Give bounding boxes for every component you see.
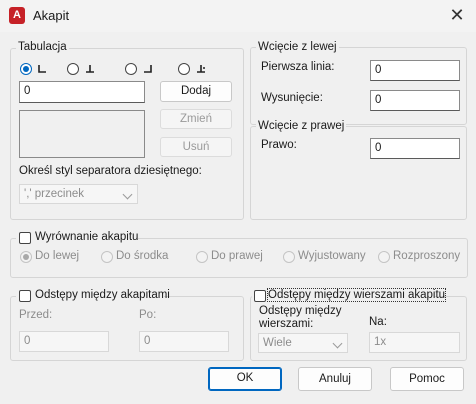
tab-decimal-radio[interactable] [178,63,190,75]
align-justify-radio[interactable] [283,251,295,263]
right-indent-label: Prawo: [261,139,297,151]
before-label: Przed: [19,309,53,321]
decimal-separator-dropdown[interactable]: ',' przecinek [19,184,138,204]
tab-position-input[interactable]: 0 [19,81,145,103]
chevron-down-icon [332,338,343,349]
align-right-radio[interactable] [196,251,208,263]
add-tab-button[interactable]: Dodaj [160,81,232,102]
close-icon[interactable]: ✕ [447,5,467,25]
hanging-input[interactable]: 0 [370,90,460,111]
paragraph-spacing-label: Odstępy między akapitami [35,289,170,301]
after-label: Po: [139,309,157,321]
tab-left-icon [38,65,46,73]
alignment-checkbox[interactable] [19,232,31,244]
autocad-app-icon: A [9,7,25,24]
hanging-label: Wysunięcie: [261,92,323,104]
first-line-input[interactable]: 0 [370,60,460,81]
tab-center-radio[interactable] [67,63,79,75]
chevron-down-icon [122,189,133,200]
line-spacing-checkbox[interactable] [254,290,266,302]
right-indent-input[interactable]: 0 [370,138,460,159]
after-input[interactable]: 0 [139,331,229,352]
spacing-type-dropdown[interactable]: Wiele [258,333,348,353]
align-distributed-radio[interactable] [378,251,390,263]
left-indent-group [250,47,467,125]
tab-right-radio[interactable] [125,63,137,75]
spacing-type-label-1: Odstępy między [259,305,342,317]
paragraph-spacing-checkbox[interactable] [19,290,31,302]
tab-right-icon [144,65,152,73]
align-justify-label: Wyjustowany [298,250,366,262]
first-line-label: Pierwsza linia: [261,61,335,73]
modify-tab-button[interactable]: Zmień [160,109,232,129]
title-bar [0,0,476,32]
tab-decimal-icon [197,65,205,73]
remove-tab-button[interactable]: Usuń [160,137,232,157]
right-indent-title: Wcięcie z prawej [256,120,347,132]
ok-button[interactable]: OK [208,367,282,391]
at-label: Na: [369,316,387,328]
before-input[interactable]: 0 [19,331,109,352]
window-title: Akapit [33,8,70,23]
left-indent-title: Wcięcie z lewej [256,41,339,53]
tab-center-icon [86,65,94,73]
help-button[interactable]: Pomoc [390,367,464,391]
tab-left-radio[interactable] [20,63,32,75]
align-distributed-label: Rozproszony [393,250,461,262]
align-center-radio[interactable] [101,251,113,263]
alignment-label: Wyrównanie akapitu [35,231,139,243]
align-left-radio[interactable] [20,251,32,263]
decimal-separator-label: Określ styl separatora dziesiętnego: [19,165,202,177]
align-left-label: Do lewej [35,250,80,262]
line-spacing-label: Odstępy między wierszami akapitu [266,288,447,302]
line-spacing-at-input[interactable]: 1x [369,332,460,353]
cancel-button[interactable]: Anuluj [298,367,372,391]
tabulacja-title: Tabulacja [16,41,69,53]
spacing-type-label-2: wierszami: [259,318,314,330]
align-center-label: Do środka [116,250,169,262]
tab-stops-list[interactable] [19,110,145,158]
align-right-label: Do prawej [211,250,263,262]
